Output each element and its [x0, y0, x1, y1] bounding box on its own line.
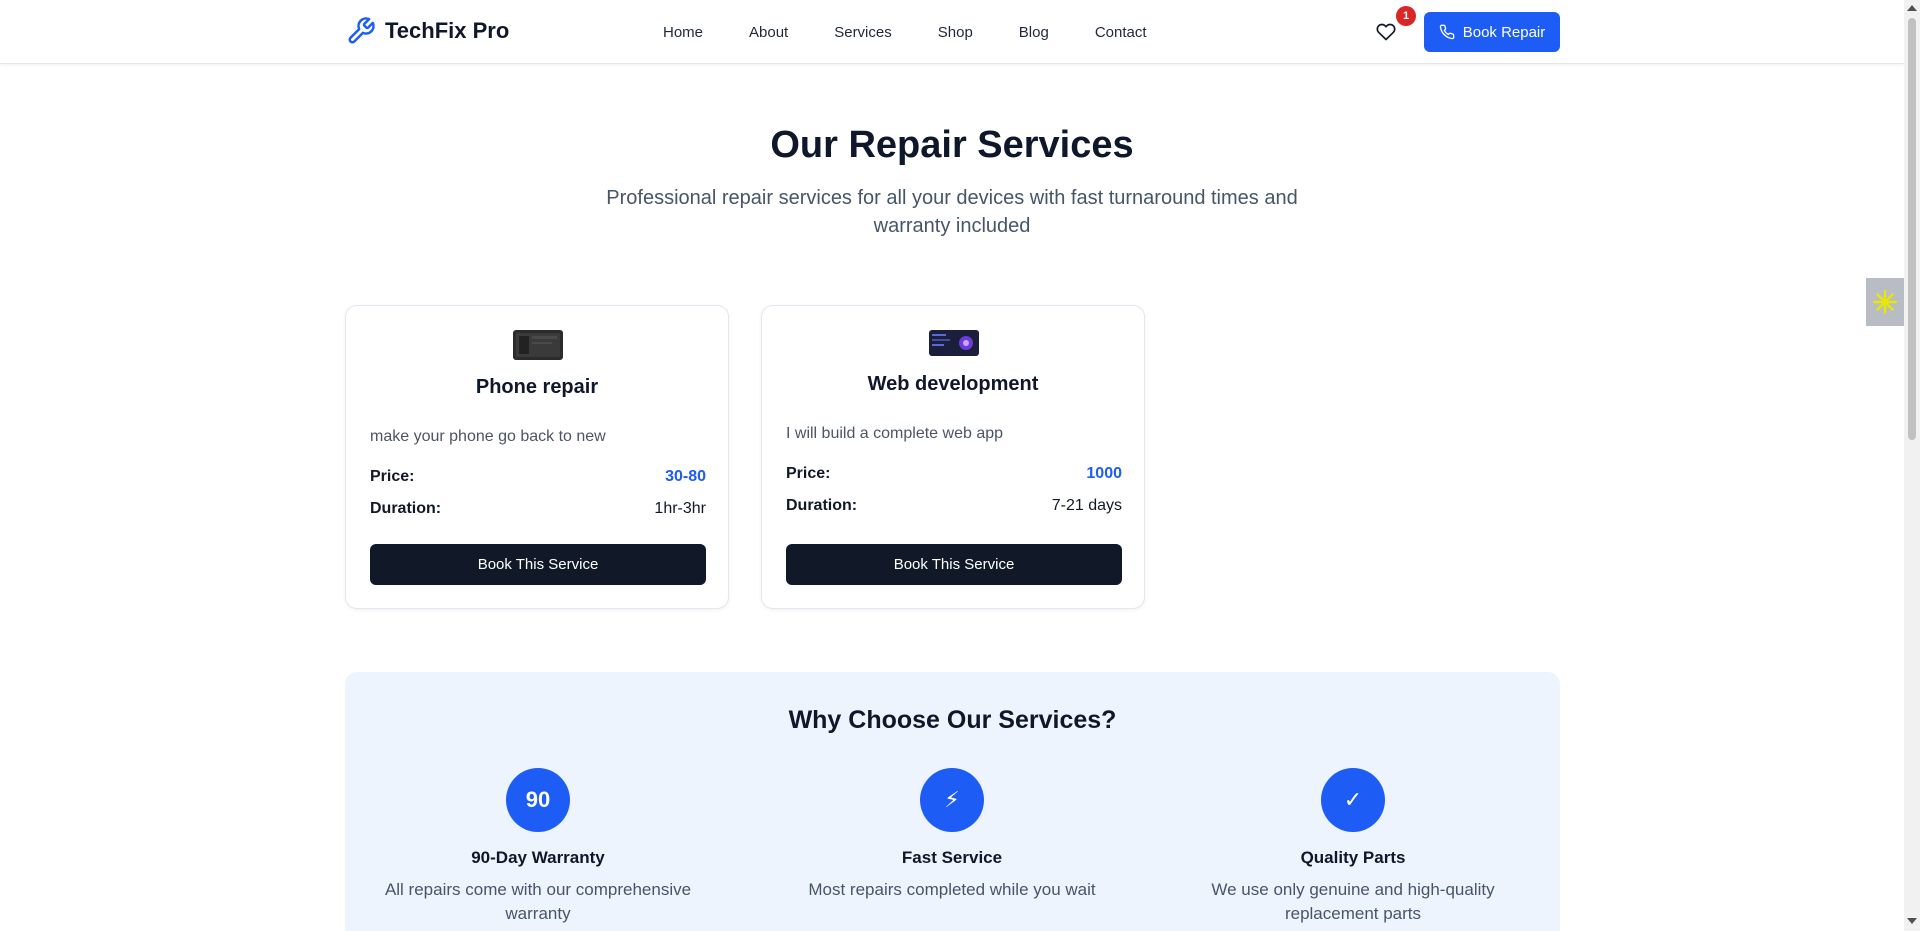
scroll-up-arrow-icon[interactable]	[1907, 5, 1917, 11]
wrench-icon	[345, 15, 377, 47]
scroll-down-arrow-icon[interactable]	[1907, 918, 1917, 924]
site-header: TechFix Pro Home About Services Shop Blo…	[0, 0, 1904, 64]
service-description: I will build a complete web app	[786, 425, 1004, 442]
main-nav: Home About Services Shop Blog Contact	[663, 0, 1147, 64]
why-choose-section: Why Choose Our Services? 90 90-Day Warra…	[345, 672, 1560, 931]
wishlist-button[interactable]	[1372, 18, 1400, 46]
price-label: Price:	[370, 468, 415, 485]
phone-repair-image	[513, 330, 563, 360]
feature-quality-parts: ✓ Quality Parts We use only genuine and …	[1173, 768, 1533, 926]
lightning-icon: ⚡	[920, 768, 984, 832]
price-value: 1000	[1086, 465, 1122, 482]
web-development-image	[929, 330, 979, 356]
phone-icon	[1439, 24, 1455, 40]
feature-description: We use only genuine and high-quality rep…	[1211, 880, 1495, 923]
feature-title: Fast Service	[901, 848, 1003, 867]
nav-link-blog[interactable]: Blog	[1019, 24, 1049, 41]
book-repair-button[interactable]: Book Repair	[1424, 12, 1560, 52]
page-scrollbar[interactable]	[1904, 0, 1920, 931]
scrollbar-thumb[interactable]	[1908, 18, 1916, 440]
book-service-button[interactable]: Book This Service	[786, 544, 1122, 585]
brand-logo[interactable]: TechFix Pro	[345, 15, 509, 47]
nav-link-shop[interactable]: Shop	[938, 24, 973, 41]
nav-link-about[interactable]: About	[749, 24, 788, 41]
page-title: Our Repair Services	[770, 124, 1134, 166]
sparkle-icon	[1872, 289, 1898, 315]
service-price-row: Price: 30-80	[370, 468, 706, 486]
brand-name: TechFix Pro	[385, 18, 510, 43]
price-label: Price:	[786, 465, 831, 482]
feature-description: All repairs come with our comprehensive …	[384, 880, 692, 923]
duration-value: 1hr-3hr	[654, 500, 706, 517]
warranty-icon: 90	[506, 768, 570, 832]
service-description: make your phone go back to new	[370, 428, 606, 445]
duration-label: Duration:	[786, 497, 858, 514]
nav-link-home[interactable]: Home	[663, 24, 703, 41]
service-duration-row: Duration: 7-21 days	[786, 497, 1122, 515]
wishlist-count-badge: 1	[1396, 6, 1416, 26]
why-choose-title: Why Choose Our Services?	[788, 706, 1117, 734]
feature-title: 90-Day Warranty	[471, 848, 605, 867]
price-value: 30-80	[665, 468, 706, 485]
book-service-button[interactable]: Book This Service	[370, 544, 706, 585]
duration-value: 7-21 days	[1051, 497, 1122, 514]
service-duration-row: Duration: 1hr-3hr	[370, 500, 706, 518]
service-title: Web development	[867, 373, 1039, 395]
checkmark-icon: ✓	[1321, 768, 1385, 832]
nav-link-services[interactable]: Services	[834, 24, 892, 41]
heart-icon	[1376, 23, 1396, 41]
feature-description: Most repairs completed while you wait	[808, 880, 1096, 899]
page-subtitle: Professional repair services for all you…	[606, 187, 1298, 237]
feature-warranty: 90 90-Day Warranty All repairs come with…	[358, 768, 718, 926]
book-repair-label: Book Repair	[1462, 23, 1546, 41]
duration-label: Duration:	[370, 500, 442, 517]
service-card-web-development: Web development I will build a complete …	[761, 305, 1145, 609]
accessibility-widget-button[interactable]	[1866, 278, 1904, 326]
feature-fast-service: ⚡ Fast Service Most repairs completed wh…	[772, 768, 1132, 902]
nav-link-contact[interactable]: Contact	[1095, 24, 1147, 41]
feature-title: Quality Parts	[1300, 848, 1406, 867]
service-card-phone-repair: Phone repair make your phone go back to …	[345, 305, 729, 609]
service-title: Phone repair	[475, 376, 599, 398]
service-price-row: Price: 1000	[786, 465, 1122, 483]
